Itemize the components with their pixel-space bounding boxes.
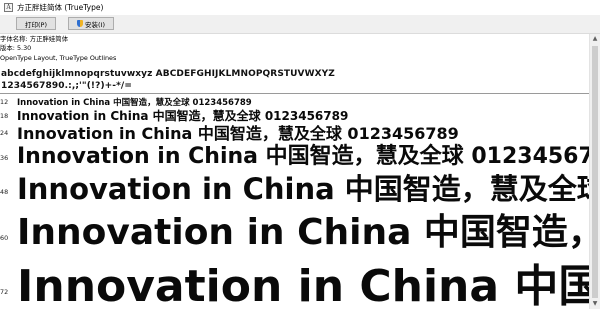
print-button-label: 打印(P) [25,20,47,29]
size-label: 72 [0,288,9,296]
toolbar: 打印(P) 安装(I) [0,15,600,34]
size-label: 24 [0,129,9,137]
scroll-up-arrow-icon[interactable]: ▲ [590,34,600,44]
scroll-thumb[interactable] [592,46,598,298]
print-button[interactable]: 打印(P) [16,17,56,30]
sample-line: Innovation in China 中国智造，慧及全球 0123456789 [17,212,589,253]
version-line: 版本: 5.30 [0,44,32,52]
charset-line-letters: abcdefghijklmnopqrstuvwxyz ABCDEFGHIJKLM… [1,69,335,79]
font-file-icon: A [4,3,13,12]
font-name-line: 字体名称: 方正胖娃简体 [0,35,69,43]
window-title: 方正胖娃简体 (TrueType) [17,3,104,12]
sample-area: 12 Innovation in China 中国智造，慧及全球 0123456… [0,94,589,309]
uac-shield-icon [77,20,83,27]
size-label: 60 [0,234,9,242]
sample-line: Innovation in China 中国智造，慧及全球 0123456789 [17,261,589,309]
vertical-scrollbar[interactable]: ▲ ▼ [589,34,600,309]
title-bar: A 方正胖娃简体 (TrueType) [0,0,600,15]
charset-line-symbols: 1234567890.:,;'"(!?)+-*/= [1,81,132,91]
size-label: 36 [0,154,9,162]
size-label: 48 [0,188,9,196]
install-button[interactable]: 安装(I) [68,17,114,30]
sample-line: Innovation in China 中国智造，慧及全球 0123456789 [17,172,589,206]
size-label: 12 [0,98,9,106]
size-label: 18 [0,112,9,120]
scroll-down-arrow-icon[interactable]: ▼ [590,299,600,309]
install-button-label: 安装(I) [85,20,105,29]
outline-type-line: OpenType Layout, TrueType Outlines [0,54,117,62]
